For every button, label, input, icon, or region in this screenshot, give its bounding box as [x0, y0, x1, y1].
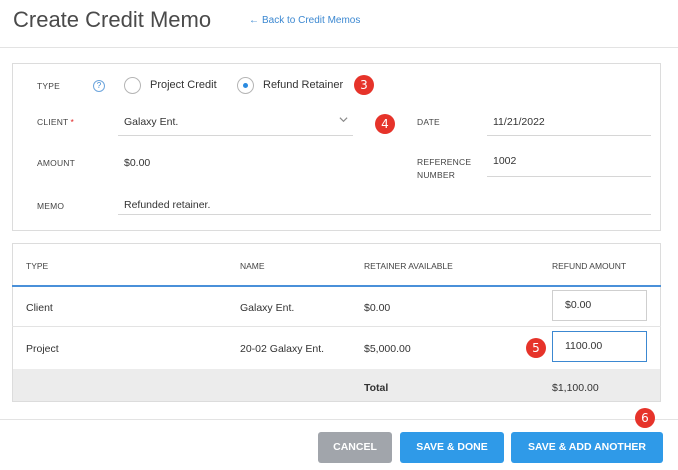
amount-label: AMOUNT [37, 158, 76, 168]
col-header-refund-amount: REFUND AMOUNT [552, 261, 627, 271]
required-asterisk: * [70, 117, 74, 127]
date-value: 11/21/2022 [493, 116, 545, 128]
reference-label-line2: NUMBER [417, 170, 456, 180]
amount-value: $0.00 [124, 157, 151, 169]
reference-value: 1002 [493, 155, 517, 167]
save-and-done-button[interactable]: SAVE & DONE [400, 432, 504, 463]
row-divider [12, 326, 661, 327]
refund-amount-input[interactable]: $0.00 [552, 290, 647, 321]
project-credit-label[interactable]: Project Credit [150, 79, 217, 91]
refund-retainer-label[interactable]: Refund Retainer [263, 79, 343, 91]
type-label: TYPE [37, 81, 61, 91]
page-header: Create Credit Memo ← Back to Credit Memos [0, 0, 678, 48]
col-header-name: NAME [240, 261, 265, 271]
step-badge-5: 5 [526, 338, 546, 358]
step-badge-6: 6 [635, 408, 655, 428]
footer-divider [0, 419, 678, 420]
cancel-button[interactable]: CANCEL [318, 432, 392, 463]
arrow-left-icon: ← [249, 15, 259, 26]
col-header-type: TYPE [26, 261, 49, 271]
refund-amount-input[interactable]: 1100.00 [552, 331, 647, 362]
reference-label-line1: REFERENCE [417, 157, 472, 167]
total-value: $1,100.00 [552, 382, 599, 394]
row-type: Client [26, 302, 53, 314]
col-header-retainer-available: RETAINER AVAILABLE [364, 261, 453, 271]
row-retainer: $5,000.00 [364, 343, 411, 355]
client-value: Galaxy Ent. [124, 116, 179, 128]
row-type: Project [26, 343, 59, 355]
chevron-down-icon[interactable] [339, 115, 348, 124]
help-icon[interactable]: ? [93, 80, 105, 92]
header-divider [12, 285, 661, 287]
total-label: Total [364, 382, 389, 394]
page-title: Create Credit Memo [13, 7, 212, 32]
back-link-label: Back to Credit Memos [262, 15, 361, 26]
memo-value: Refunded retainer. [124, 199, 211, 211]
back-to-credit-memos-link[interactable]: ← Back to Credit Memos [249, 15, 360, 26]
step-badge-3: 3 [354, 75, 374, 95]
project-credit-radio[interactable] [124, 77, 141, 94]
save-and-add-another-button[interactable]: SAVE & ADD ANOTHER [511, 432, 663, 463]
row-retainer: $0.00 [364, 302, 391, 314]
step-badge-4: 4 [375, 114, 395, 134]
client-label: CLIENT * [37, 117, 74, 127]
refund-retainer-radio[interactable] [237, 77, 254, 94]
date-label: DATE [417, 117, 440, 127]
memo-label: MEMO [37, 201, 65, 211]
row-name: 20-02 Galaxy Ent. [240, 343, 325, 355]
row-name: Galaxy Ent. [240, 302, 295, 314]
